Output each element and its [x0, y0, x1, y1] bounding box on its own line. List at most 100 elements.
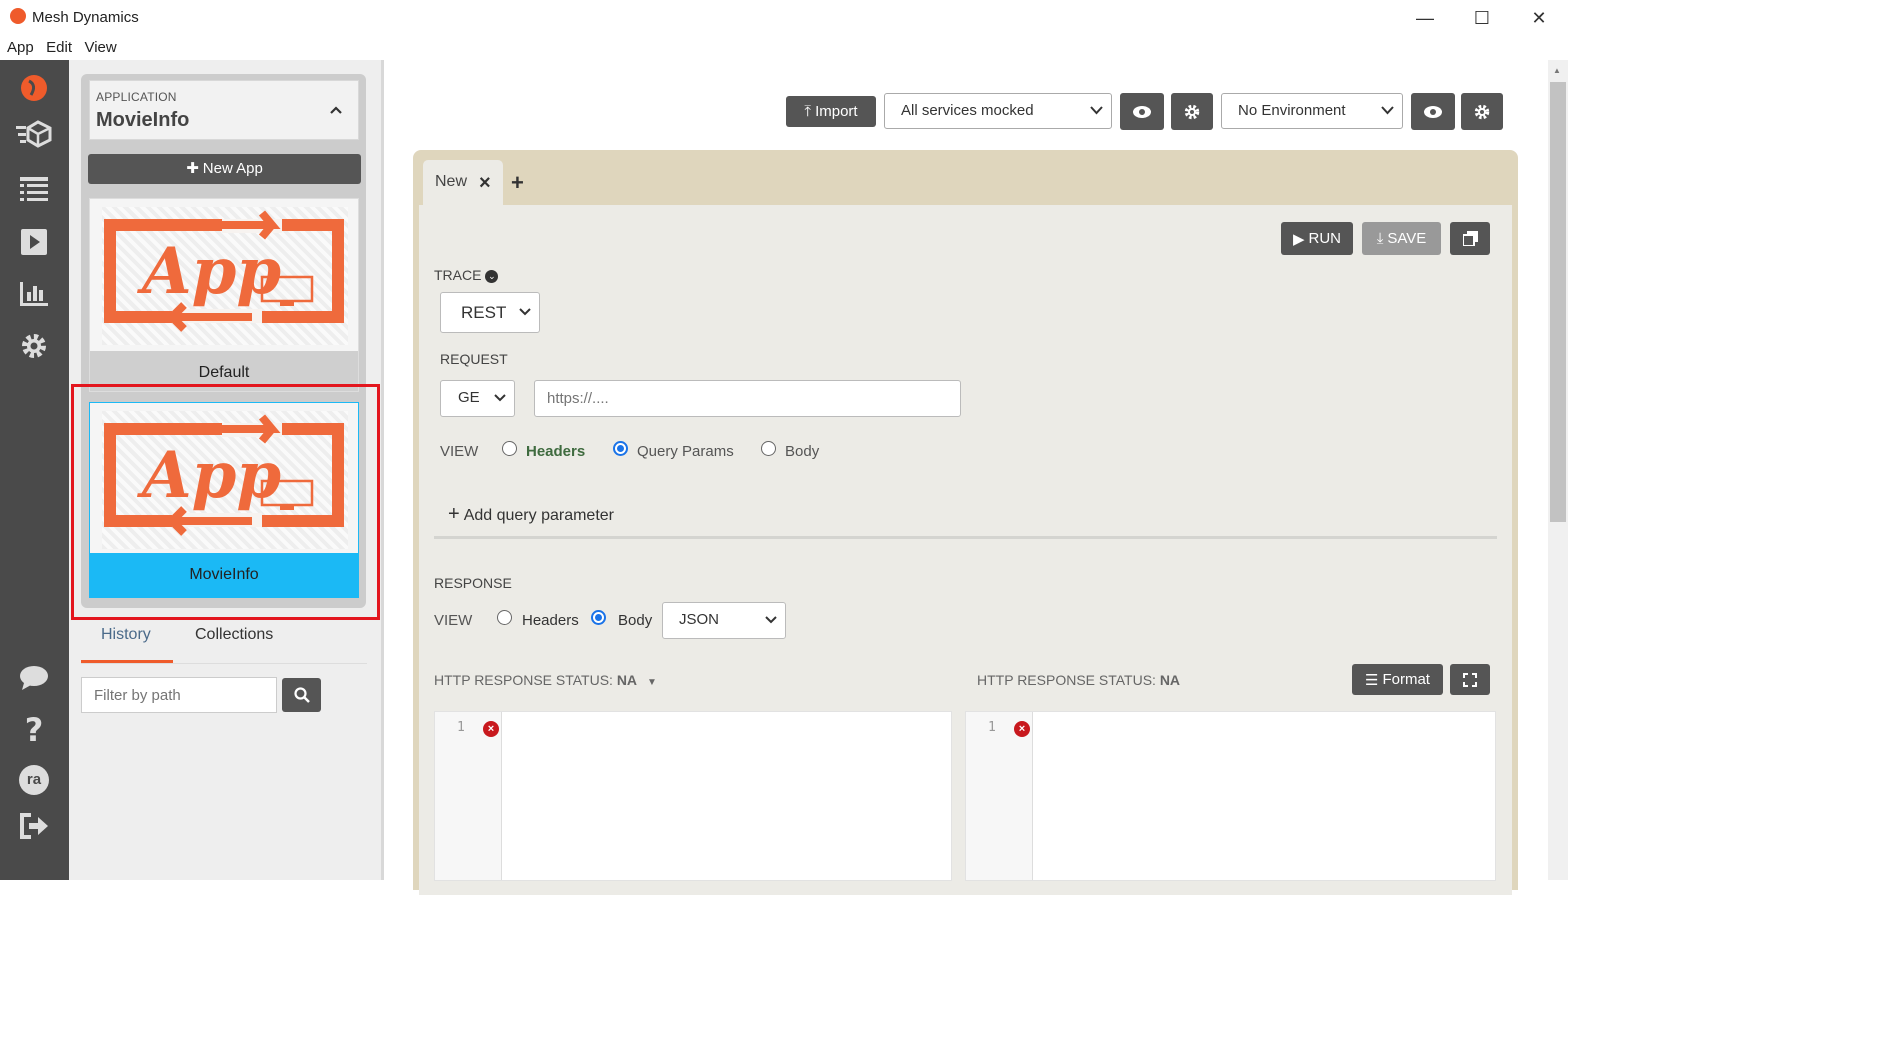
close-icon[interactable]: × — [479, 172, 491, 195]
request-body-radio[interactable] — [761, 441, 776, 456]
selection-highlight — [71, 384, 380, 620]
list-icon[interactable] — [14, 170, 54, 210]
view-mocks-button[interactable] — [1120, 93, 1164, 130]
gear-icon[interactable] — [14, 326, 54, 366]
add-query-parameter-label: Add query parameter — [463, 507, 614, 524]
request-workspace: New × + ▶ RUN ⤓ SAVE TRACE ⌄ REST REQUEST — [413, 150, 1518, 895]
save-button[interactable]: ⤓ SAVE — [1362, 222, 1441, 255]
copy-icon — [1462, 231, 1478, 246]
menu-bar: App Edit View — [0, 36, 1568, 60]
logout-icon[interactable] — [14, 806, 54, 846]
menu-view[interactable]: View — [77, 36, 116, 56]
run-label: RUN — [1308, 230, 1342, 247]
menu-app[interactable]: App — [0, 36, 34, 56]
mock-settings-button[interactable] — [1171, 93, 1213, 130]
window-title: Mesh Dynamics — [32, 9, 139, 26]
chevron-up-icon[interactable] — [330, 101, 342, 117]
avatar[interactable]: ra — [14, 760, 54, 800]
expand-icon — [1463, 672, 1477, 687]
brand-logo-icon[interactable] — [14, 68, 54, 108]
request-label: REQUEST — [440, 351, 508, 367]
app-logo-icon — [10, 8, 26, 24]
filter-by-path-input[interactable] — [81, 677, 277, 713]
http-status-left-prefix: HTTP RESPONSE STATUS: — [434, 672, 613, 688]
duplicate-button[interactable] — [1450, 222, 1490, 255]
environment-settings-button[interactable] — [1461, 93, 1503, 130]
gear-icon — [1474, 104, 1490, 119]
line-number: 1 — [457, 720, 465, 735]
scrollbar-thumb[interactable] — [1550, 82, 1566, 522]
minimize-button[interactable]: — — [1396, 4, 1454, 32]
request-query-params-label[interactable]: Query Params — [637, 443, 734, 460]
search-icon — [293, 687, 310, 703]
mock-services-select[interactable]: All services mocked — [884, 93, 1112, 129]
search-button[interactable] — [282, 678, 321, 712]
tab-collections[interactable]: Collections — [195, 626, 273, 644]
http-status-right: HTTP RESPONSE STATUS: NA — [977, 672, 1180, 688]
chevron-down-icon — [1381, 106, 1394, 115]
response-body-radio[interactable] — [591, 610, 606, 625]
response-editor-left[interactable]: 1 × — [434, 711, 952, 881]
tab-new[interactable]: New × — [423, 160, 503, 205]
editor-gutter — [435, 712, 502, 880]
url-input[interactable] — [534, 380, 961, 417]
caret-down-icon[interactable]: ▼ — [647, 677, 657, 688]
view-environment-button[interactable] — [1411, 93, 1455, 130]
app-card-default[interactable]: App Default — [89, 198, 359, 392]
fullscreen-button[interactable] — [1450, 664, 1490, 695]
trace-label: TRACE ⌄ — [434, 267, 499, 283]
cube-icon[interactable] — [14, 114, 54, 154]
response-label: RESPONSE — [434, 575, 512, 591]
tab-history[interactable]: History — [101, 626, 151, 644]
play-icon[interactable] — [14, 222, 54, 262]
response-headers-label[interactable]: Headers — [522, 612, 579, 629]
trace-type-select[interactable]: REST — [440, 292, 540, 333]
plus-icon: + — [448, 503, 460, 525]
main-scrollbar[interactable]: ▲ — [1548, 60, 1568, 880]
response-format-value: JSON — [679, 611, 720, 628]
add-query-parameter-button[interactable]: + Add query parameter — [448, 503, 614, 526]
chat-icon[interactable] — [14, 658, 54, 698]
http-method-value: GE — [458, 389, 480, 406]
plus-icon: ✚ — [186, 160, 199, 177]
help-icon[interactable]: ? — [14, 710, 54, 750]
response-format-select[interactable]: JSON — [662, 602, 786, 639]
http-status-right-value: NA — [1159, 672, 1181, 688]
chevron-circle-down-icon[interactable]: ⌄ — [485, 269, 499, 283]
main-area: ⤒ Import All services mocked No Environme… — [384, 60, 1548, 895]
http-status-left-value: NA — [616, 672, 638, 688]
save-label: SAVE — [1387, 230, 1427, 247]
add-tab-button[interactable]: + — [511, 170, 524, 196]
request-query-params-radio[interactable] — [613, 441, 628, 456]
trace-label-text: TRACE — [434, 267, 482, 283]
http-method-select[interactable]: GE — [440, 380, 515, 417]
application-label: APPLICATION — [96, 90, 177, 104]
environment-select[interactable]: No Environment — [1221, 93, 1403, 129]
active-tab-underline — [81, 660, 173, 663]
new-app-button[interactable]: ✚ New App — [88, 154, 361, 184]
user-initials: ra — [19, 765, 49, 795]
import-button[interactable]: ⤒ Import — [786, 96, 876, 127]
request-headers-label[interactable]: Headers — [526, 443, 585, 460]
editor-gutter — [966, 712, 1033, 880]
error-icon: × — [483, 721, 499, 737]
chevron-down-icon — [519, 308, 531, 316]
scroll-up-icon[interactable]: ▲ — [1553, 66, 1561, 75]
maximize-button[interactable]: ☐ — [1453, 4, 1511, 32]
response-body-label[interactable]: Body — [618, 612, 652, 629]
format-button[interactable]: ☰ Format — [1352, 664, 1443, 695]
request-body-label[interactable]: Body — [785, 443, 819, 460]
chevron-down-icon — [494, 394, 506, 402]
response-headers-radio[interactable] — [497, 610, 512, 625]
chevron-down-icon — [765, 616, 777, 624]
chevron-down-icon — [1090, 106, 1103, 115]
run-button[interactable]: ▶ RUN — [1281, 222, 1353, 255]
response-editor-right[interactable]: 1 × — [965, 711, 1496, 881]
menu-edit[interactable]: Edit — [39, 36, 72, 56]
request-headers-radio[interactable] — [502, 441, 517, 456]
application-select[interactable]: APPLICATION MovieInfo — [89, 80, 359, 140]
chart-icon[interactable] — [14, 274, 54, 314]
close-window-button[interactable]: ✕ — [1510, 4, 1568, 32]
app-art-text: App — [137, 234, 281, 309]
response-view-label: VIEW — [434, 612, 473, 629]
